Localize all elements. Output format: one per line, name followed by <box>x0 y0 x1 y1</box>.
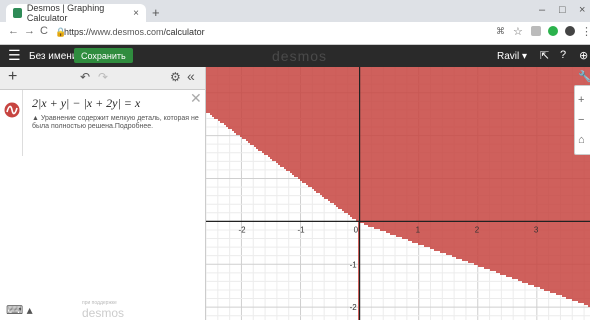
tab-title: Desmos | Graphing Calculator <box>26 3 105 23</box>
forward-icon[interactable]: → <box>24 25 35 37</box>
redo-icon[interactable]: ↷ <box>98 70 108 84</box>
x-tick-label: 3 <box>534 225 539 234</box>
y-tick-label: -1 <box>350 260 358 269</box>
home-icon[interactable]: ⌂ <box>578 134 585 146</box>
desmos-footer-logo: desmos <box>82 306 125 320</box>
x-tick-label: -2 <box>238 225 246 234</box>
extension-green-icon[interactable] <box>548 26 558 36</box>
desmos-favicon <box>13 8 22 18</box>
x-tick-label: 1 <box>416 225 421 234</box>
x-tick-label: 0 <box>354 225 359 234</box>
user-menu[interactable]: Ravil ▾ <box>497 51 527 62</box>
zoom-out-button[interactable]: − <box>578 114 584 126</box>
collapse-icon[interactable]: « <box>187 68 195 84</box>
undo-icon[interactable]: ↶ <box>80 70 90 84</box>
help-icon[interactable]: ? <box>560 49 566 61</box>
graph-paper[interactable]: -2 -1 0 1 2 3 -1 -2 <box>206 67 590 320</box>
gear-icon[interactable]: ⚙ <box>170 70 181 84</box>
add-expression-icon[interactable]: + <box>8 68 17 86</box>
window-close-button[interactable]: × <box>579 4 585 16</box>
save-button[interactable]: Сохранить <box>74 48 133 63</box>
desmos-logo: desmos <box>272 48 328 64</box>
hamburger-icon[interactable]: ☰ <box>8 47 21 64</box>
implicit-curve-icon[interactable] <box>4 102 20 118</box>
maximize-button[interactable]: □ <box>559 4 566 16</box>
y-tick-label: -2 <box>350 303 358 312</box>
empty-expression-tab[interactable] <box>0 138 23 156</box>
curve-region <box>206 67 590 320</box>
profile-icon[interactable] <box>565 26 575 36</box>
detail-warning: ▲ Уравнение содержит мелкую деталь, кото… <box>32 115 199 130</box>
url-scheme: https:// <box>64 27 92 37</box>
browser-tab[interactable]: Desmos | Graphing Calculator × <box>6 3 146 23</box>
minimize-button[interactable]: – <box>539 4 545 16</box>
extension-icon[interactable] <box>531 26 541 36</box>
url-path: /calculator <box>163 27 205 37</box>
graph-title[interactable]: Без имени <box>29 51 77 62</box>
new-tab-button[interactable]: + <box>152 5 160 20</box>
graph-settings-icon[interactable]: 🔧 <box>578 70 590 83</box>
url-host: www.desmos.com <box>91 27 164 37</box>
keyboard-icon[interactable]: ⌨ ▴ <box>6 303 33 317</box>
reload-icon[interactable]: C <box>40 25 48 37</box>
bookmark-star-icon[interactable]: ☆ <box>513 25 523 38</box>
translate-icon[interactable]: ⌘ <box>496 26 505 37</box>
implicit-curve <box>206 67 590 320</box>
tab-close-icon[interactable]: × <box>133 8 139 19</box>
share-icon[interactable]: ⇱ <box>540 49 549 62</box>
zoom-in-button[interactable]: + <box>578 94 584 106</box>
back-icon[interactable]: ← <box>8 25 19 37</box>
browser-menu-icon[interactable]: ⋮ <box>581 25 590 38</box>
delete-expression-icon[interactable]: ✕ <box>190 90 202 107</box>
url-field[interactable]: https://www.desmos.com/calculator <box>64 27 205 37</box>
expression-input[interactable]: 2|x + y| − |x + 2y| = x <box>32 96 140 111</box>
x-tick-label: -1 <box>298 225 306 234</box>
language-icon[interactable]: ⊕ <box>579 49 588 62</box>
x-tick-label: 2 <box>475 225 480 234</box>
